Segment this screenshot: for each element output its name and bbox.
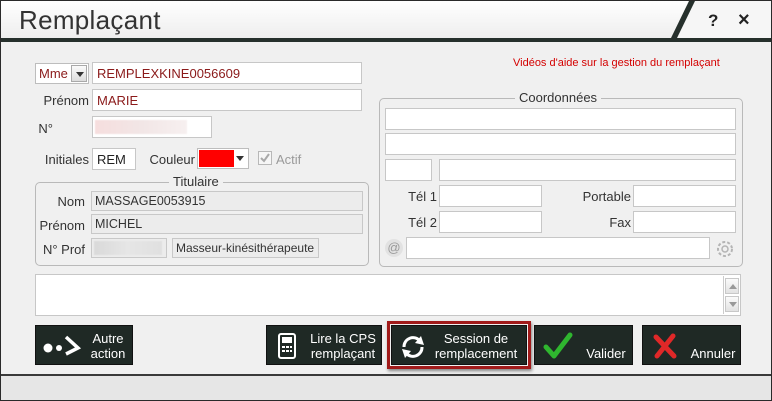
fax-label: Fax <box>609 215 631 230</box>
address-line2-field[interactable] <box>385 133 736 155</box>
fax-field[interactable] <box>633 211 736 233</box>
cps-label-1: Lire la CPS <box>310 331 376 346</box>
scroll-down-button[interactable] <box>725 296 739 312</box>
window-title: Remplaçant <box>19 5 161 35</box>
titulaire-profession-field: Masseur-kinésithérapeute <box>172 238 319 258</box>
initiales-label: Initiales <box>44 152 89 167</box>
card-reader-icon <box>278 333 296 359</box>
actif-checkbox[interactable] <box>258 151 272 165</box>
titulaire-group-title: Titulaire <box>169 174 223 189</box>
couleur-label: Couleur <box>149 152 195 167</box>
cross-icon <box>653 333 677 359</box>
titulaire-nom-field: MASSAGE0053915 <box>91 191 363 211</box>
lire-cps-button[interactable]: Lire la CPS remplaçant <box>266 325 382 365</box>
status-bar <box>1 374 771 400</box>
email-field[interactable] <box>406 237 710 259</box>
valider-label: Valider <box>586 346 626 361</box>
titulaire-prenom-label: Prénom <box>39 218 85 233</box>
dots-arrow-icon <box>43 335 82 356</box>
annuler-label: Annuler <box>690 346 736 361</box>
titulaire-nom-label: Nom <box>57 194 85 209</box>
autre-action-button[interactable]: Autre action <box>35 325 133 365</box>
initiales-field[interactable]: REM <box>92 148 136 170</box>
actif-label: Actif <box>276 152 302 167</box>
titulaire-nprof-field <box>91 238 167 258</box>
title-bar-decoration <box>671 1 771 38</box>
civility-value: Mme <box>39 66 68 81</box>
remplacant-dialog: Remplaçant ? × Mme REMPLEXKINE0056609 Pr… <box>0 0 772 401</box>
prenom-label: Prénom <box>43 93 89 108</box>
scroll-up-button[interactable] <box>725 278 739 294</box>
checkmark-icon <box>543 332 573 359</box>
tel1-field[interactable] <box>439 185 542 207</box>
num-label: N° <box>38 121 53 136</box>
titulaire-prenom-field: MICHEL <box>91 214 363 234</box>
annuler-button[interactable]: Annuler <box>642 325 741 365</box>
close-button[interactable]: × <box>738 9 750 32</box>
prenom-field[interactable]: MARIE <box>92 89 362 111</box>
portable-label: Portable <box>582 189 631 204</box>
tel2-field[interactable] <box>439 211 542 233</box>
redacted-value <box>95 120 187 134</box>
cps-label-2: remplaçant <box>310 346 376 361</box>
name-field[interactable]: REMPLEXKINE0056609 <box>92 62 362 84</box>
email-icon: @ <box>385 239 403 257</box>
postcode-field[interactable] <box>385 159 432 181</box>
help-button[interactable]: ? <box>708 11 718 31</box>
num-field[interactable] <box>92 116 212 138</box>
chevron-down-icon[interactable] <box>233 150 247 167</box>
autre-label-1: Autre <box>92 331 124 346</box>
check-icon <box>260 153 270 163</box>
comment-scrollbar[interactable] <box>723 276 739 314</box>
coordonnees-group-title: Coordonnées <box>515 90 602 105</box>
autre-label-2: action <box>90 346 126 361</box>
civility-select[interactable]: Mme <box>35 63 89 84</box>
portable-field[interactable] <box>633 185 736 207</box>
city-field[interactable] <box>439 159 736 181</box>
couleur-select[interactable] <box>197 148 249 169</box>
valider-button[interactable]: Valider <box>534 325 633 365</box>
titulaire-nprof-label: N° Prof <box>42 242 85 257</box>
comment-textarea[interactable] <box>35 274 741 316</box>
tel2-label: Tél 2 <box>408 215 437 230</box>
couleur-swatch <box>199 150 234 167</box>
chevron-down-icon[interactable] <box>71 65 87 82</box>
title-bar: Remplaçant ? × <box>1 1 771 42</box>
address-line1-field[interactable] <box>385 108 736 130</box>
session-button-highlight <box>387 321 531 369</box>
redacted-value <box>94 241 162 255</box>
gear-icon[interactable] <box>714 238 736 260</box>
tel1-label: Tél 1 <box>408 189 437 204</box>
help-video-link[interactable]: Vidéos d'aide sur la gestion du remplaça… <box>513 57 720 69</box>
